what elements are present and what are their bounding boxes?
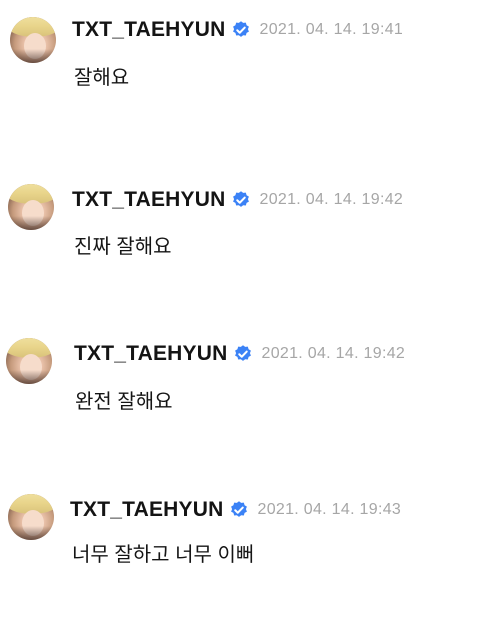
username[interactable]: TXT_TAEHYUN — [74, 342, 228, 366]
verified-badge-icon — [232, 191, 249, 207]
comment-item: TXT_TAEHYUN 2021. 04. 14. 19:41 잘해요 — [0, 0, 480, 90]
comment-header: TXT_TAEHYUN 2021. 04. 14. 19:42 — [72, 188, 403, 212]
comment-header: TXT_TAEHYUN 2021. 04. 14. 19:41 — [72, 18, 403, 42]
comment-text: 너무 잘하고 너무 이뻐 — [72, 544, 255, 566]
verified-badge-icon — [230, 501, 247, 517]
avatar[interactable] — [6, 338, 52, 384]
username[interactable]: TXT_TAEHYUN — [72, 188, 226, 212]
comment-text: 잘해요 — [74, 67, 130, 89]
username[interactable]: TXT_TAEHYUN — [70, 498, 224, 522]
comment-item: TXT_TAEHYUN 2021. 04. 14. 19:42 진짜 잘해요 — [0, 168, 480, 258]
username[interactable]: TXT_TAEHYUN — [72, 18, 226, 42]
avatar[interactable] — [8, 494, 54, 540]
avatar[interactable] — [10, 17, 56, 63]
verified-badge-icon — [232, 21, 249, 37]
timestamp: 2021. 04. 14. 19:42 — [259, 191, 404, 208]
timestamp: 2021. 04. 14. 19:42 — [261, 345, 406, 362]
avatar[interactable] — [8, 184, 54, 230]
comment-text: 진짜 잘해요 — [74, 236, 172, 258]
timestamp: 2021. 04. 14. 19:43 — [257, 501, 402, 518]
comment-header: TXT_TAEHYUN 2021. 04. 14. 19:42 — [74, 342, 405, 366]
comment-item: TXT_TAEHYUN 2021. 04. 14. 19:43 너무 잘하고 너… — [0, 478, 480, 568]
comment-text: 완전 잘해요 — [75, 391, 173, 413]
comment-item: TXT_TAEHYUN 2021. 04. 14. 19:42 완전 잘해요 — [0, 322, 480, 413]
verified-badge-icon — [234, 345, 251, 361]
timestamp: 2021. 04. 14. 19:41 — [259, 21, 404, 38]
comment-header: TXT_TAEHYUN 2021. 04. 14. 19:43 — [70, 498, 401, 522]
